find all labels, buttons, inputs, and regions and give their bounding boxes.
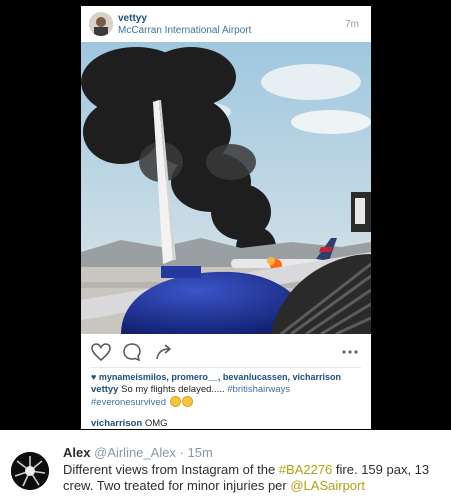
post-header: vettyy McCarran International Airport 7m [81,6,371,42]
tweet-header: Alex @Airline_Alex · 15m [63,445,213,460]
tweet-text-part: Different views from Instagram of the [63,462,279,477]
heart-small-icon: ♥ [91,372,99,382]
instagram-post: vettyy McCarran International Airport 7m [81,6,371,429]
comment-username[interactable]: vicharrison [91,418,142,429]
emoji-icon [181,396,193,407]
hashtag-link[interactable]: #britishairways [227,384,290,395]
user-avatar[interactable] [89,12,113,36]
tweet-mention-link[interactable]: @LASairport [290,478,365,493]
post-time: 7m [345,19,359,30]
post-location[interactable]: McCarran International Airport [118,25,251,36]
tweet-author-handle[interactable]: @Airline_Alex [94,445,176,460]
tweet: Alex @Airline_Alex · 15m Different views… [0,430,451,502]
tweet-timestamp[interactable]: · 15m [180,445,213,460]
post-photo[interactable] [81,42,371,334]
screen: vettyy McCarran International Airport 7m [0,0,451,502]
heart-icon[interactable] [90,341,112,363]
emoji-icon [169,396,181,407]
likes-list[interactable]: mynameismilos, promero__, bevanlucassen,… [99,372,341,382]
divider [91,367,361,368]
tweet-author-name[interactable]: Alex [63,445,90,460]
post-comment: vicharrison OMG [91,418,168,429]
post-actions [81,336,371,366]
tweet-hashtag-link[interactable]: #BA2276 [279,462,333,477]
comment-text: OMG [142,418,168,429]
share-icon[interactable] [153,341,175,363]
post-username[interactable]: vettyy [118,13,147,24]
comment-icon[interactable] [121,341,143,363]
likes-row[interactable]: ♥ mynameismilos, promero__, bevanlucasse… [91,372,341,382]
hashtag-link[interactable]: #everonesurvived [91,397,166,408]
caption-text: So my flights delayed..... [118,384,228,395]
caption-username[interactable]: vettyy [91,384,118,395]
tweet-avatar[interactable] [11,452,49,490]
more-icon[interactable] [339,341,361,363]
tweet-text: Different views from Instagram of the #B… [63,462,443,494]
post-caption: vettyy So my flights delayed..... #briti… [91,384,363,409]
